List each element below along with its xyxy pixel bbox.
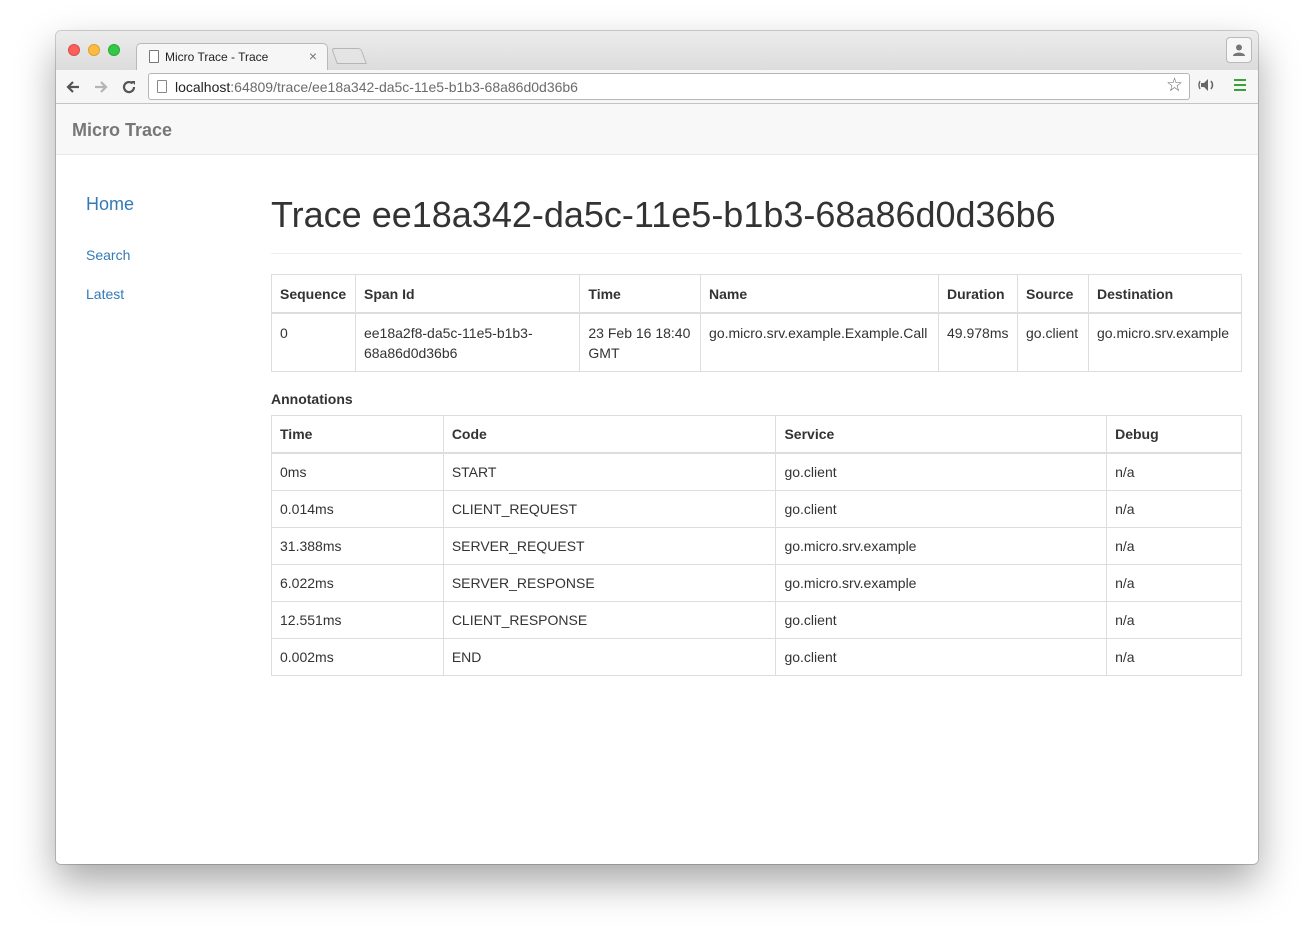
back-arrow-icon <box>66 81 79 93</box>
service-cell: go.micro.srv.example <box>775 527 1108 565</box>
spans-table: Sequence Span Id Time Name Duration Sour… <box>271 274 1243 372</box>
column-header: Source <box>1017 274 1089 314</box>
code-cell: CLIENT_REQUEST <box>442 490 777 528</box>
close-window-button[interactable] <box>68 44 80 56</box>
browser-toolbar: localhost:64809/trace/ee18a342-da5c-11e5… <box>56 70 1258 104</box>
sidebar-item-home[interactable]: Home <box>86 194 134 215</box>
service-cell: go.client <box>775 452 1108 491</box>
name-cell: go.micro.srv.example.Example.Call <box>700 312 940 372</box>
page-icon <box>149 50 159 63</box>
code-cell: END <box>442 638 777 676</box>
span-id-cell: ee18a2f8-da5c-11e5-b1b3-68a86d0d36b6 <box>354 312 581 372</box>
code-cell: SERVER_REQUEST <box>442 527 777 565</box>
web-page: Micro Trace Home Search Latest Trace ee1… <box>56 104 1258 864</box>
reload-icon <box>122 80 136 94</box>
url-text[interactable]: localhost:64809/trace/ee18a342-da5c-11e5… <box>175 79 578 95</box>
table-row: 0.002ms END go.client n/a <box>271 638 1242 676</box>
time-cell: 0ms <box>271 452 444 491</box>
debug-cell: n/a <box>1106 601 1242 639</box>
bookmark-star-icon[interactable]: ☆ <box>1166 76 1183 96</box>
table-row: 6.022ms SERVER_RESPONSE go.micro.srv.exa… <box>271 564 1242 602</box>
page-icon <box>157 80 167 93</box>
url-host: localhost <box>175 79 231 95</box>
duration-cell: 49.978ms <box>938 312 1018 372</box>
minimize-window-button[interactable] <box>88 44 100 56</box>
column-header: Sequence <box>271 274 356 314</box>
destination-cell: go.micro.srv.example <box>1087 312 1243 372</box>
debug-cell: n/a <box>1106 527 1242 565</box>
source-cell: go.client <box>1017 312 1089 372</box>
table-row: 0 ee18a2f8-da5c-11e5-b1b3-68a86d0d36b6 2… <box>271 312 1243 372</box>
table-header-row: Sequence Span Id Time Name Duration Sour… <box>271 274 1243 314</box>
table-row: 0.014ms CLIENT_REQUEST go.client n/a <box>271 490 1242 528</box>
brand-link[interactable]: Micro Trace <box>72 120 172 141</box>
sidebar: Home Search Latest <box>86 194 134 325</box>
column-header: Debug <box>1106 415 1242 454</box>
page-title: Trace ee18a342-da5c-11e5-b1b3-68a86d0d36… <box>271 194 1056 235</box>
reload-button[interactable] <box>118 76 140 98</box>
debug-cell: n/a <box>1106 564 1242 602</box>
debug-cell: n/a <box>1106 638 1242 676</box>
person-icon <box>1233 44 1245 56</box>
annotations-table: Time Code Service Debug 0ms START go.cli… <box>271 415 1242 676</box>
column-header: Service <box>775 415 1108 454</box>
forward-arrow-icon <box>95 81 108 93</box>
column-header: Destination <box>1087 274 1243 314</box>
table-row: 0ms START go.client n/a <box>271 452 1242 491</box>
address-bar[interactable]: localhost:64809/trace/ee18a342-da5c-11e5… <box>148 73 1190 100</box>
tab-title: Micro Trace - Trace <box>165 50 269 64</box>
code-cell: SERVER_RESPONSE <box>442 564 777 602</box>
sidebar-item-search[interactable]: Search <box>86 247 134 263</box>
annotations-heading: Annotations <box>271 391 353 407</box>
time-cell: 31.388ms <box>271 527 444 565</box>
sidebar-item-latest[interactable]: Latest <box>86 286 134 302</box>
tab-strip: Micro Trace - Trace × <box>56 31 1258 71</box>
browser-tab[interactable]: Micro Trace - Trace × <box>136 43 328 71</box>
new-tab-button[interactable] <box>331 48 367 64</box>
column-header: Time <box>271 415 444 454</box>
time-cell: 12.551ms <box>271 601 444 639</box>
code-cell: CLIENT_RESPONSE <box>442 601 777 639</box>
service-cell: go.client <box>775 638 1108 676</box>
browser-menu-icon[interactable] <box>1234 79 1246 91</box>
back-button[interactable] <box>62 76 84 98</box>
debug-cell: n/a <box>1106 490 1242 528</box>
service-cell: go.micro.srv.example <box>775 564 1108 602</box>
service-cell: go.client <box>775 490 1108 528</box>
table-row: 12.551ms CLIENT_RESPONSE go.client n/a <box>271 601 1242 639</box>
cast-icon[interactable] <box>1198 75 1220 95</box>
column-header: Name <box>700 274 940 314</box>
url-path: :64809/trace/ee18a342-da5c-11e5-b1b3-68a… <box>230 79 578 95</box>
zoom-window-button[interactable] <box>108 44 120 56</box>
table-row: 31.388ms SERVER_REQUEST go.micro.srv.exa… <box>271 527 1242 565</box>
debug-cell: n/a <box>1106 452 1242 491</box>
time-cell: 6.022ms <box>271 564 444 602</box>
main-content: Trace ee18a342-da5c-11e5-b1b3-68a86d0d36… <box>271 194 1243 676</box>
forward-button[interactable] <box>90 76 112 98</box>
time-cell: 23 Feb 16 18:40 GMT <box>579 312 702 372</box>
column-header: Span Id <box>354 274 581 314</box>
service-cell: go.client <box>775 601 1108 639</box>
column-header: Duration <box>938 274 1018 314</box>
time-cell: 0.014ms <box>271 490 444 528</box>
navbar: Micro Trace <box>56 104 1258 155</box>
table-header-row: Time Code Service Debug <box>271 415 1242 454</box>
code-cell: START <box>442 452 777 491</box>
column-header: Code <box>442 415 777 454</box>
divider <box>271 253 1242 254</box>
browser-window: Micro Trace - Trace × localhost:64809/tr… <box>56 31 1258 864</box>
profile-button[interactable] <box>1226 37 1252 63</box>
tab-close-icon[interactable]: × <box>309 48 317 64</box>
column-header: Time <box>579 274 702 314</box>
sequence-cell: 0 <box>271 312 356 372</box>
time-cell: 0.002ms <box>271 638 444 676</box>
